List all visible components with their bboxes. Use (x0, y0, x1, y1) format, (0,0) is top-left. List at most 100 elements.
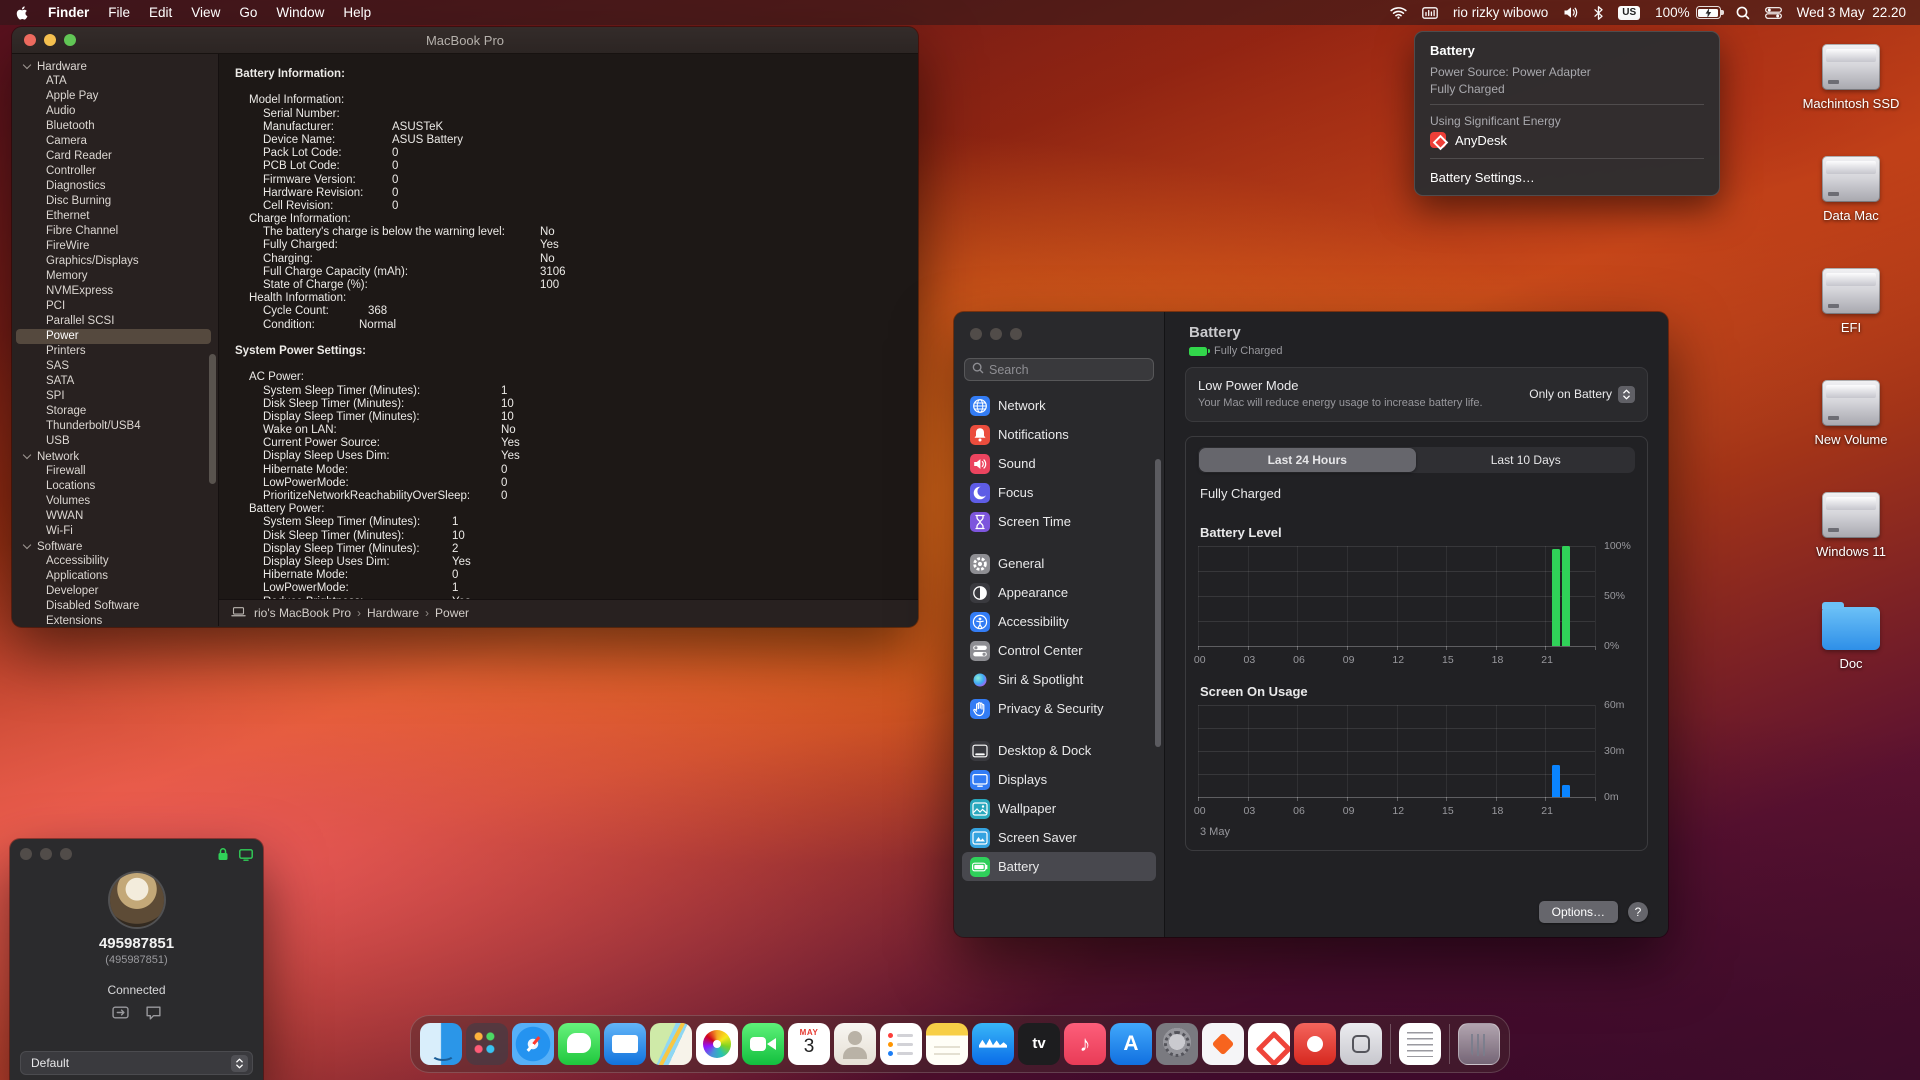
sysinfo-item-apple-pay[interactable]: Apple Pay (12, 89, 218, 104)
settings-nav-network[interactable]: Network (962, 391, 1156, 420)
dock-notes-icon[interactable] (926, 1023, 968, 1065)
sysinfo-item-memory[interactable]: Memory (12, 269, 218, 284)
wifi-icon[interactable] (1390, 6, 1407, 19)
battery-menu-item[interactable]: 100% (1655, 5, 1724, 20)
settings-nav-focus[interactable]: Focus (962, 478, 1156, 507)
sysinfo-item-sata[interactable]: SATA (12, 374, 218, 389)
stats-icon[interactable] (1422, 6, 1438, 19)
sysinfo-item-pci[interactable]: PCI (12, 299, 218, 314)
settings-nav-sound[interactable]: Sound (962, 449, 1156, 478)
sysinfo-item-developer[interactable]: Developer (12, 584, 218, 599)
settings-nav-screen-saver[interactable]: Screen Saver (962, 823, 1156, 852)
scrollbar-thumb[interactable] (1155, 459, 1161, 747)
sysinfo-item-wwan[interactable]: WWAN (12, 509, 218, 524)
dock-anydesk-icon[interactable] (1248, 1023, 1290, 1065)
sysinfo-section-software[interactable]: Software (12, 539, 218, 554)
sysinfo-item-storage[interactable]: Storage (12, 404, 218, 419)
sysinfo-item-extensions[interactable]: Extensions (12, 614, 218, 626)
desktop-icon-machintosh-ssd[interactable]: Machintosh SSD (1786, 40, 1916, 152)
sysinfo-item-applications[interactable]: Applications (12, 569, 218, 584)
close-button[interactable] (24, 34, 36, 46)
sysinfo-item-bluetooth[interactable]: Bluetooth (12, 119, 218, 134)
dock-system-settings-icon[interactable] (1156, 1023, 1198, 1065)
settings-nav-screen-time[interactable]: Screen Time (962, 507, 1156, 536)
close-button[interactable] (970, 328, 982, 340)
sysinfo-item-accessibility[interactable]: Accessibility (12, 554, 218, 569)
dock-reminders-icon[interactable] (880, 1023, 922, 1065)
search-field[interactable] (964, 358, 1154, 381)
options-button[interactable]: Options… (1538, 901, 1618, 923)
dock-mail-icon[interactable] (604, 1023, 646, 1065)
dock-red-app-icon[interactable] (1294, 1023, 1336, 1065)
dock-photos-icon[interactable] (696, 1023, 738, 1065)
battery-settings-menu-item[interactable]: Battery Settings… (1415, 166, 1719, 187)
help-button[interactable]: ? (1628, 902, 1648, 922)
sysinfo-item-camera[interactable]: Camera (12, 134, 218, 149)
chat-icon[interactable] (145, 1005, 162, 1025)
settings-nav-privacy-security[interactable]: Privacy & Security (962, 694, 1156, 723)
settings-nav-accessibility[interactable]: Accessibility (962, 607, 1156, 636)
sysinfo-item-nvmexpress[interactable]: NVMExpress (12, 284, 218, 299)
settings-nav-siri-spotlight[interactable]: Siri & Spotlight (962, 665, 1156, 694)
menu-help[interactable]: Help (343, 5, 371, 20)
dock-tv-icon[interactable] (1018, 1023, 1060, 1065)
menu-edit[interactable]: Edit (149, 5, 172, 20)
settings-nav-control-center[interactable]: Control Center (962, 636, 1156, 665)
sysinfo-item-audio[interactable]: Audio (12, 104, 218, 119)
settings-nav-notifications[interactable]: Notifications (962, 420, 1156, 449)
minimize-button[interactable] (990, 328, 1002, 340)
dock-safari-icon[interactable] (512, 1023, 554, 1065)
energy-app-anydesk[interactable]: AnyDesk (1415, 129, 1719, 151)
zoom-button[interactable] (64, 34, 76, 46)
sysinfo-item-ethernet[interactable]: Ethernet (12, 209, 218, 224)
sysinfo-item-wi-fi[interactable]: Wi-Fi (12, 524, 218, 539)
minimize-button[interactable] (40, 848, 52, 860)
sysinfo-item-locations[interactable]: Locations (12, 479, 218, 494)
dock-launchpad-icon[interactable] (466, 1023, 508, 1065)
zoom-button[interactable] (60, 848, 72, 860)
dock-finder-icon[interactable] (420, 1023, 462, 1065)
settings-nav-battery[interactable]: Battery (962, 852, 1156, 881)
breadcrumb-item[interactable]: rio's MacBook Pro (254, 606, 351, 620)
menu-bar-clock[interactable]: Wed 3 May 22.20 (1797, 5, 1906, 20)
sysinfo-item-volumes[interactable]: Volumes (12, 494, 218, 509)
control-center-icon[interactable] (1764, 6, 1782, 19)
menu-window[interactable]: Window (276, 5, 324, 20)
dock-music-icon[interactable] (1064, 1023, 1106, 1065)
sysinfo-section-network[interactable]: Network (12, 449, 218, 464)
input-source-indicator[interactable]: US (1618, 5, 1641, 20)
dock-grey-app-icon[interactable] (1340, 1023, 1382, 1065)
settings-nav-desktop-dock[interactable]: Desktop & Dock (962, 736, 1156, 765)
sysinfo-section-hardware[interactable]: Hardware (12, 59, 218, 74)
desktop-icon-new-volume[interactable]: New Volume (1786, 376, 1916, 488)
sysinfo-item-ata[interactable]: ATA (12, 74, 218, 89)
sysinfo-item-power[interactable]: Power (16, 329, 211, 344)
dock-calendar-icon[interactable]: MAY 3 (788, 1023, 830, 1065)
bluetooth-icon[interactable] (1594, 5, 1603, 20)
menu-file[interactable]: File (108, 5, 130, 20)
sysinfo-item-firewire[interactable]: FireWire (12, 239, 218, 254)
sysinfo-item-card-reader[interactable]: Card Reader (12, 149, 218, 164)
sysinfo-item-fibre-channel[interactable]: Fibre Channel (12, 224, 218, 239)
low-power-mode-select[interactable]: Only on Battery (1529, 385, 1635, 403)
settings-nav-general[interactable]: General (962, 549, 1156, 578)
dock-trash-icon[interactable] (1458, 1023, 1500, 1065)
tab-last-24-hours[interactable]: Last 24 Hours (1199, 447, 1416, 472)
breadcrumb-item[interactable]: Hardware (367, 606, 419, 620)
desktop-icon-windows-11[interactable]: Windows 11 (1786, 488, 1916, 600)
menu-finder[interactable]: Finder (48, 5, 89, 20)
menu-go[interactable]: Go (239, 5, 257, 20)
dock-facetime-icon[interactable] (742, 1023, 784, 1065)
sysinfo-item-thunderbolt-usb4[interactable]: Thunderbolt/USB4 (12, 419, 218, 434)
breadcrumb-item[interactable]: Power (435, 606, 469, 620)
search-input[interactable] (989, 362, 1146, 377)
dock-textedit-icon[interactable] (1399, 1023, 1441, 1065)
dock-contacts-icon[interactable] (834, 1023, 876, 1065)
sysinfo-item-controller[interactable]: Controller (12, 164, 218, 179)
window-titlebar[interactable] (10, 839, 263, 869)
settings-nav-appearance[interactable]: Appearance (962, 578, 1156, 607)
sysinfo-item-graphics-displays[interactable]: Graphics/Displays (12, 254, 218, 269)
dock-soundwave-icon[interactable] (972, 1023, 1014, 1065)
menu-bar-username[interactable]: rio rizky wibowo (1453, 5, 1548, 20)
sysinfo-item-usb[interactable]: USB (12, 434, 218, 449)
